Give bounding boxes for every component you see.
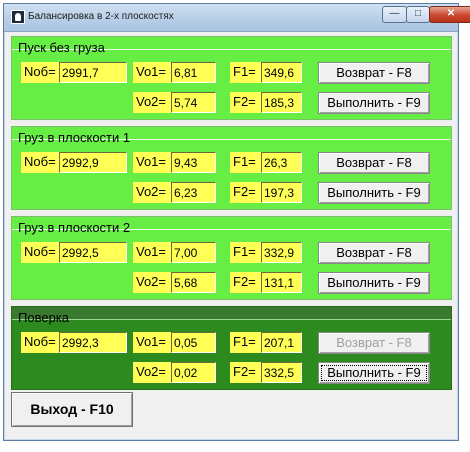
nob-label: Nоб= xyxy=(21,242,59,263)
group-title: Груз в плоскости 1 xyxy=(18,130,131,145)
group-weight-plane-1: Груз в плоскости 1 Nоб= 2992,9 Vo1= 9,43… xyxy=(11,126,452,210)
nob-label: Nоб= xyxy=(21,62,59,83)
f2-field: 131,1 xyxy=(261,272,302,293)
f1-label: F1= xyxy=(230,242,261,263)
vo1-field: 0,05 xyxy=(171,332,216,353)
vo2-label: Vo2= xyxy=(133,362,171,383)
group-start-no-weight: Пуск без груза Nоб= 2991,7 Vo1= 6,81 F1=… xyxy=(11,36,452,120)
vo1-label: Vo1= xyxy=(133,332,171,353)
nob-field: 2992,3 xyxy=(59,332,127,353)
group-header-bar xyxy=(12,307,451,320)
vo1-field: 7,00 xyxy=(171,242,216,263)
execute-button[interactable]: Выполнить - F9 xyxy=(318,182,430,204)
vo2-label: Vo2= xyxy=(133,182,171,203)
f2-field: 185,3 xyxy=(261,92,302,113)
f1-field: 349,6 xyxy=(261,62,302,83)
vo1-label: Vo1= xyxy=(133,242,171,263)
close-button[interactable]: ✕ xyxy=(429,6,470,23)
vo2-field: 5,74 xyxy=(171,92,216,113)
vo2-field: 6,23 xyxy=(171,182,216,203)
minimize-button[interactable]: — xyxy=(382,6,407,23)
return-button[interactable]: Возврат - F8 xyxy=(318,152,430,174)
nob-field: 2992,5 xyxy=(59,242,127,263)
nob-label: Nоб= xyxy=(21,152,59,173)
nob-label: Nоб= xyxy=(21,332,59,353)
group-weight-plane-2: Груз в плоскости 2 Nоб= 2992,5 Vo1= 7,00… xyxy=(11,216,452,300)
group-verification: Поверка Nоб= 2992,3 Vo1= 0,05 F1= 207,1 … xyxy=(11,306,452,390)
group-title: Поверка xyxy=(18,310,69,325)
vo1-label: Vo1= xyxy=(133,152,171,173)
f2-label: F2= xyxy=(230,272,261,293)
f1-label: F1= xyxy=(230,332,261,353)
return-button[interactable]: Возврат - F8 xyxy=(318,62,430,84)
vo2-field: 5,68 xyxy=(171,272,216,293)
execute-button[interactable]: Выполнить - F9 xyxy=(318,362,430,384)
vo1-field: 9,43 xyxy=(171,152,216,173)
vo2-label: Vo2= xyxy=(133,272,171,293)
f1-field: 26,3 xyxy=(261,152,302,173)
f2-field: 332,5 xyxy=(261,362,302,383)
nob-field: 2991,7 xyxy=(59,62,127,83)
client-area: Пуск без груза Nоб= 2991,7 Vo1= 6,81 F1=… xyxy=(11,34,452,435)
return-button[interactable]: Возврат - F8 xyxy=(318,332,430,354)
f1-field: 207,1 xyxy=(261,332,302,353)
exit-button[interactable]: Выход - F10 xyxy=(11,392,133,427)
title-bar[interactable]: Балансировка в 2-х плоскостях — □ ✕ xyxy=(4,4,470,32)
group-title: Пуск без груза xyxy=(18,40,105,55)
f2-label: F2= xyxy=(230,362,261,383)
vo2-label: Vo2= xyxy=(133,92,171,113)
execute-button[interactable]: Выполнить - F9 xyxy=(318,92,430,114)
f2-label: F2= xyxy=(230,92,261,113)
window-title: Балансировка в 2-х плоскостях xyxy=(28,11,174,22)
f2-label: F2= xyxy=(230,182,261,203)
nob-field: 2992,9 xyxy=(59,152,127,173)
f1-label: F1= xyxy=(230,152,261,173)
group-title: Груз в плоскости 2 xyxy=(18,220,131,235)
vo1-field: 6,81 xyxy=(171,62,216,83)
app-icon xyxy=(11,10,25,24)
vo2-field: 0,02 xyxy=(171,362,216,383)
f1-field: 332,9 xyxy=(261,242,302,263)
return-button[interactable]: Возврат - F8 xyxy=(318,242,430,264)
execute-button[interactable]: Выполнить - F9 xyxy=(318,272,430,294)
maximize-button[interactable]: □ xyxy=(406,6,430,23)
vo1-label: Vo1= xyxy=(133,62,171,83)
f2-field: 197,3 xyxy=(261,182,302,203)
app-window: Балансировка в 2-х плоскостях — □ ✕ Пуск… xyxy=(3,3,470,441)
f1-label: F1= xyxy=(230,62,261,83)
